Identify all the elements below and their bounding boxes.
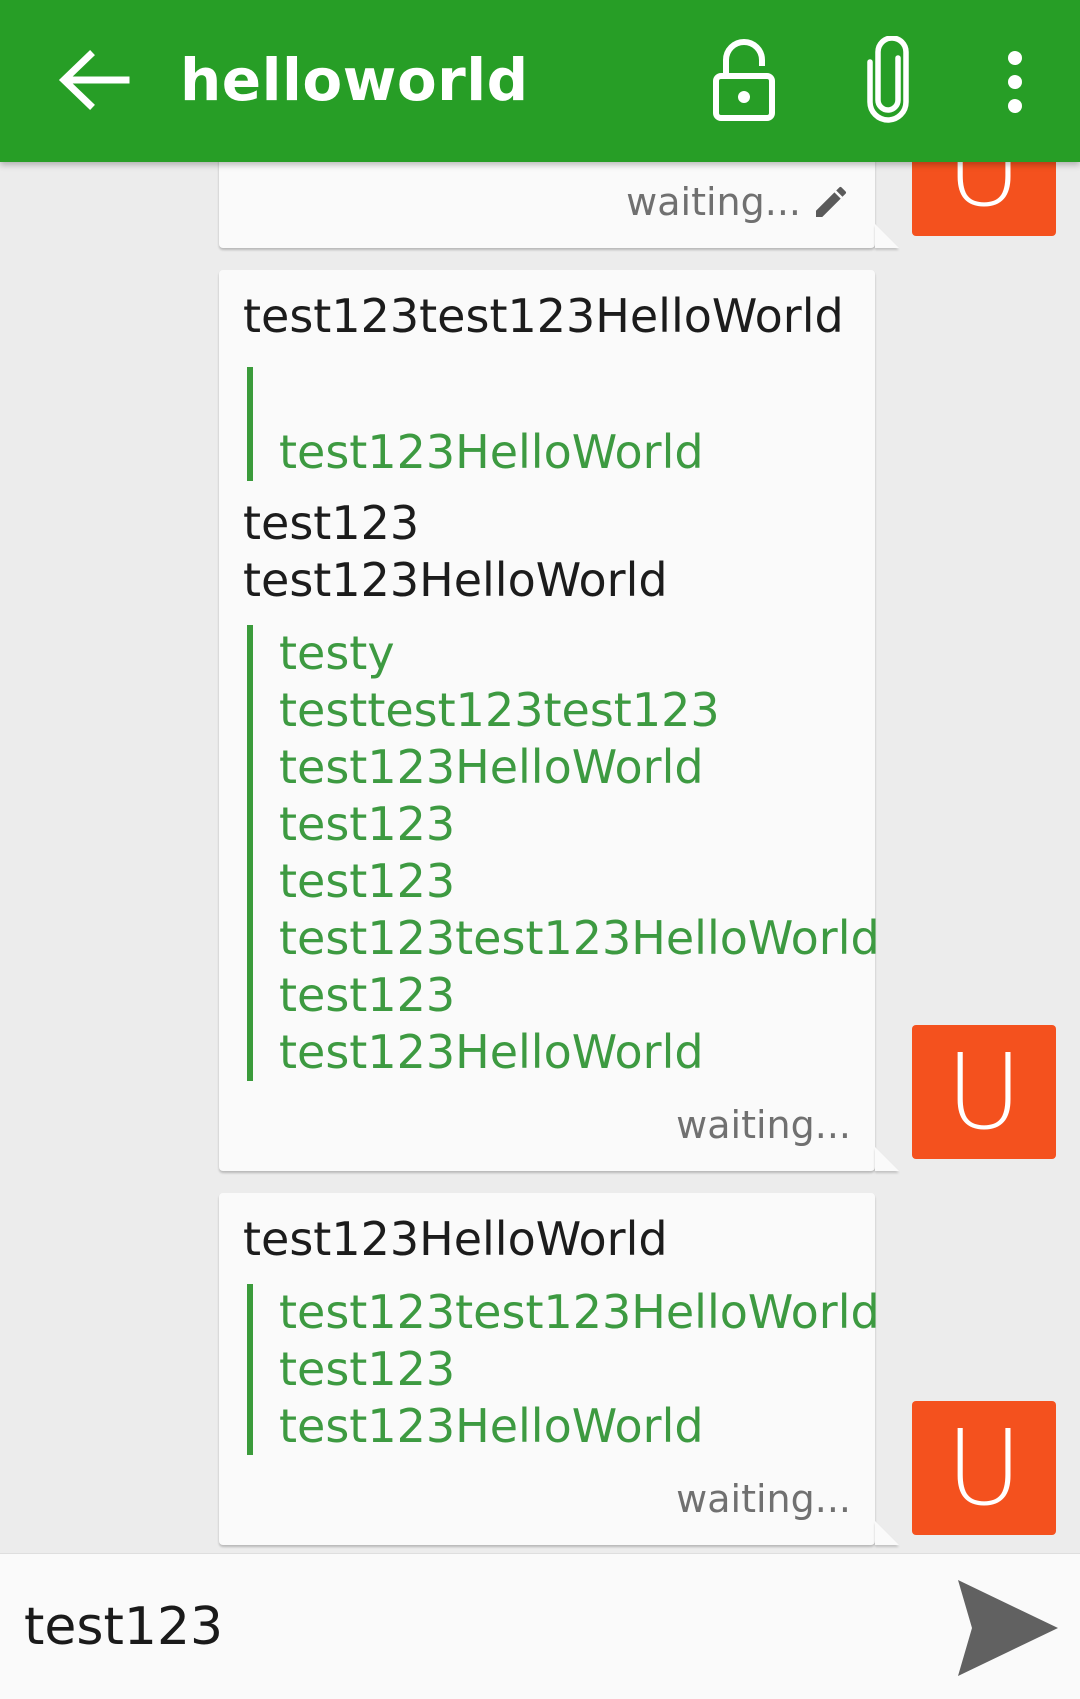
quote-line: test123test123HelloWorld [279, 911, 880, 965]
paperclip-icon[interactable] [862, 36, 914, 126]
more-vertical-icon[interactable] [1000, 50, 1030, 114]
message-text: test123HelloWorld [243, 553, 668, 607]
message-list[interactable]: waiting... U test123test123HelloWorld te… [0, 0, 1080, 1553]
chat-screen: waiting... U test123test123HelloWorld te… [0, 0, 1080, 1699]
quote-line: test123 [279, 854, 456, 908]
message-input[interactable] [24, 1584, 904, 1670]
message-quote: test123HelloWorld [247, 367, 851, 481]
quote-line [279, 367, 851, 424]
quote-line: test123HelloWorld [279, 740, 704, 794]
quote-line: test123 [279, 1342, 456, 1396]
message-status: waiting... [676, 1103, 851, 1147]
pencil-icon [816, 186, 847, 217]
message-text: test123HelloWorld [243, 1212, 668, 1266]
app-bar: helloworld [0, 0, 1080, 162]
message-status: waiting... [676, 1477, 851, 1521]
message-bubble[interactable]: test123HelloWorld test123test123HelloWor… [219, 1193, 880, 1545]
quote-line: test123 [279, 968, 456, 1022]
avatar: U [912, 1401, 1056, 1535]
quote-line: testy [279, 626, 395, 680]
arrow-left-icon[interactable] [52, 45, 132, 115]
send-icon[interactable] [956, 1576, 1060, 1680]
message-bubble[interactable]: test123test123HelloWorld test123HelloWor… [219, 270, 880, 1171]
avatar: U [912, 1025, 1056, 1159]
message-quote: test123test123HelloWorld test123 test123… [247, 1284, 880, 1455]
message-quote: testy testtest123test123 test123HelloWor… [247, 625, 880, 1081]
message-text: test123test123HelloWorld [243, 289, 844, 343]
quote-line: test123test123HelloWorld [279, 1285, 880, 1339]
quote-line: test123HelloWorld [279, 425, 704, 479]
quote-line: test123 [279, 797, 456, 851]
quote-line: testtest123test123 [279, 683, 720, 737]
quote-line: test123HelloWorld [279, 1399, 704, 1453]
quote-line: test123HelloWorld [279, 1025, 704, 1079]
message-text: test123 [243, 496, 420, 550]
composer-bar [0, 1553, 1080, 1699]
chat-title: helloworld [180, 46, 529, 114]
lock-open-icon[interactable] [712, 38, 776, 122]
